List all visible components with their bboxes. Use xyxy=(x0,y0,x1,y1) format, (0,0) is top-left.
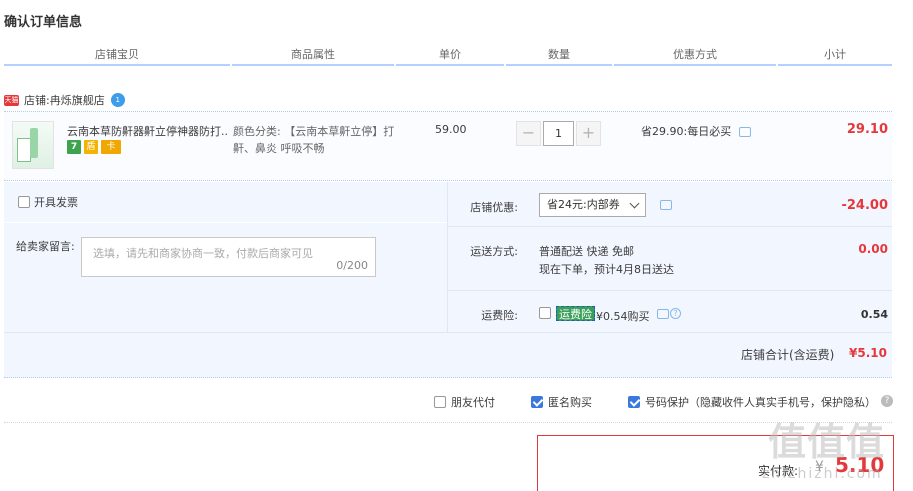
shipping-eta: 现在下单，预计4月8日送达 xyxy=(539,263,674,276)
quantity-plus-button[interactable]: + xyxy=(576,121,601,146)
shop-discount-selected: 省24元:内部券 xyxy=(547,198,620,211)
number-protect-label: 号码保护（隐藏收件人真实手机号，保护隐私） xyxy=(645,396,876,409)
shop-total-amount: ¥5.10 xyxy=(849,346,887,360)
quantity-stepper: − 1 + xyxy=(516,121,601,146)
quantity-minus-button[interactable]: − xyxy=(516,121,541,146)
seller-message-textarea[interactable]: 选填，请先和商家协商一致，付款后商家可见 0/200 xyxy=(81,237,376,277)
number-protect-option[interactable]: 号码保护（隐藏收件人真实手机号，保护隐私） xyxy=(628,394,876,410)
unit-price: 59.00 xyxy=(435,123,467,136)
watermark-url: zhizhizhi.com xyxy=(762,466,883,482)
number-protect-help-icon[interactable]: ? xyxy=(881,395,893,407)
insurance-help-icon[interactable]: ? xyxy=(670,308,681,319)
shop-discount-label: 店铺优惠: xyxy=(470,201,518,214)
product-thumbnail[interactable] xyxy=(12,121,54,169)
friend-pay-option[interactable]: 朋友代付 xyxy=(434,394,495,410)
row-divider xyxy=(4,332,892,333)
page-title: 确认订单信息 xyxy=(4,15,83,30)
tmall-icon: 天猫 xyxy=(4,94,19,106)
item-promotion-text: 省29.90:每日必买 xyxy=(641,125,732,138)
friend-pay-checkbox[interactable] xyxy=(434,396,446,408)
column-header-price: 单价 xyxy=(396,44,504,66)
promotion-chat-icon[interactable] xyxy=(738,127,751,137)
invoice-label: 开具发票 xyxy=(34,196,78,209)
product-attributes: 颜色分类: 【云南本草鼾立停】打鼾、鼻炎 呼吸不畅 xyxy=(233,125,395,155)
row-divider xyxy=(448,290,892,291)
anonymous-checkbox[interactable] xyxy=(531,396,543,408)
shipping-label: 运送方式: xyxy=(470,245,518,258)
seven-day-return-icon[interactable]: 7 xyxy=(67,140,81,154)
column-header-quantity: 数量 xyxy=(506,44,612,66)
guarantee-shield-icon[interactable]: 盾 xyxy=(84,140,98,154)
item-row xyxy=(4,111,892,181)
invoice-checkbox[interactable] xyxy=(18,196,30,208)
shop-name-link[interactable]: 冉烁旗舰店 xyxy=(50,92,105,108)
row-divider xyxy=(448,226,892,227)
section-divider xyxy=(4,422,892,423)
shop-discount-select[interactable]: 省24元:内部券 xyxy=(539,193,646,217)
insurance-amount: 0.54 xyxy=(860,308,888,321)
shop-total-label: 店铺合计(含运费) xyxy=(741,348,835,362)
insurance-label: 运费险: xyxy=(481,309,518,322)
insurance-price: ¥0.54购买 xyxy=(596,310,650,323)
column-header-attributes: 商品属性 xyxy=(232,44,394,66)
insurance-checkbox[interactable] xyxy=(539,307,551,319)
credit-card-icon[interactable]: 卡 xyxy=(101,140,121,154)
discount-chat-icon[interactable] xyxy=(660,200,672,210)
anonymous-label: 匿名购买 xyxy=(548,396,592,409)
message-label: 给卖家留言: xyxy=(16,240,75,253)
friend-pay-label: 朋友代付 xyxy=(451,396,495,409)
number-protect-checkbox[interactable] xyxy=(628,396,640,408)
watermark-logo: 值值值 xyxy=(768,420,886,464)
column-header-shop-item: 店铺宝贝 xyxy=(4,44,230,66)
product-title-link[interactable]: 云南本草防鼾器鼾立停神器防打... xyxy=(67,123,229,139)
wangwang-chat-icon[interactable]: 1 xyxy=(110,93,125,107)
chevron-down-icon xyxy=(629,198,640,209)
shop-label: 店铺: xyxy=(24,94,50,107)
column-header-promotion: 优惠方式 xyxy=(614,44,776,66)
message-placeholder: 选填，请先和商家协商一致，付款后商家可见 xyxy=(93,247,313,260)
service-badges: 7 盾 卡 xyxy=(67,140,121,154)
row-divider xyxy=(4,222,447,223)
shop-discount-amount: -24.00 xyxy=(841,198,888,213)
insurance-tag: 运费险 xyxy=(556,306,595,321)
anonymous-option[interactable]: 匿名购买 xyxy=(531,394,592,410)
shop-row: 天猫 店铺: 冉烁旗舰店 1 xyxy=(4,91,125,109)
insurance-chat-icon[interactable] xyxy=(657,309,669,319)
invoice-option[interactable]: 开具发票 xyxy=(18,194,78,210)
quantity-input[interactable]: 1 xyxy=(543,121,574,146)
shipping-amount: 0.00 xyxy=(858,242,888,256)
item-promotion: 省29.90:每日必买 xyxy=(641,123,751,139)
message-char-count: 0/200 xyxy=(336,259,368,272)
item-subtotal: 29.10 xyxy=(846,122,888,137)
shipping-method: 普通配送 快递 免邮 xyxy=(539,245,634,258)
column-header-subtotal: 小计 xyxy=(778,44,892,66)
